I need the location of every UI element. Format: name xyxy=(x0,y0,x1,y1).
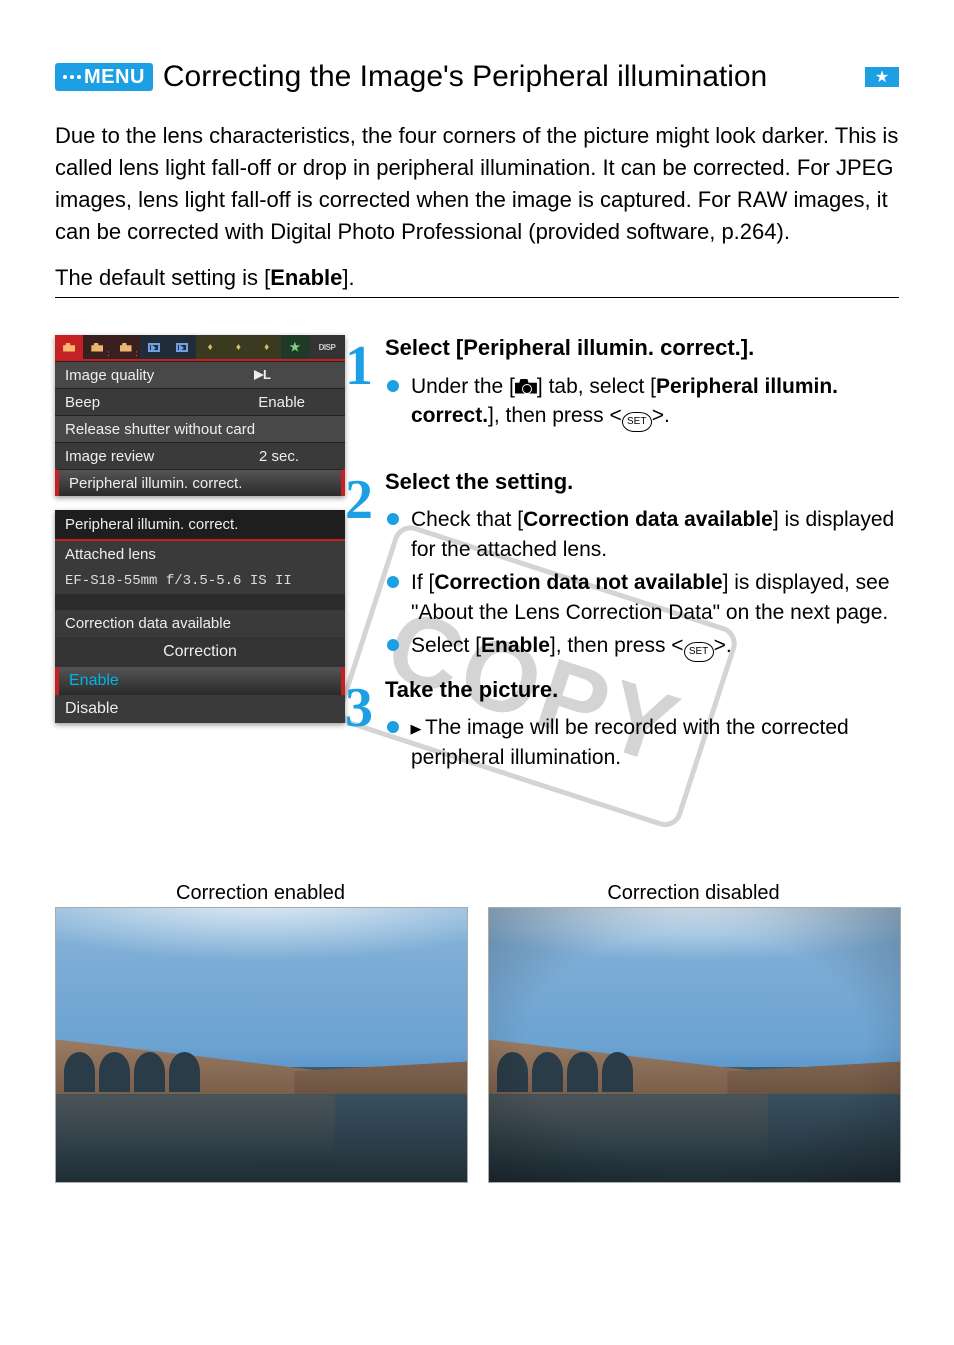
menu-label: Image review xyxy=(65,448,154,465)
correction-section-label: Correction xyxy=(55,637,345,667)
menu-row-release-shutter[interactable]: Release shutter without card xyxy=(55,415,345,442)
camera-icon xyxy=(91,343,103,352)
camera-icon xyxy=(63,343,75,352)
menu-row-beep[interactable]: Beep Enable xyxy=(55,388,345,415)
jpeg-L-icon xyxy=(254,367,271,382)
attached-lens-value: EF-S18-55mm f/3.5-5.6 IS II xyxy=(55,568,345,594)
camera-tab-disp[interactable]: DISP xyxy=(309,335,345,359)
step-2-bullet-3: Select [Enable], then press <SET>. xyxy=(385,631,899,662)
step-heading: Select [Peripheral illumin. correct.]. xyxy=(385,334,899,362)
photo-caption: Correction disabled xyxy=(488,882,899,905)
intro-block: Due to the lens characteristics, the fou… xyxy=(55,120,899,293)
step-2-bullet-2: If [Correction data not available] is di… xyxy=(385,568,899,627)
step-2: 2 Select the setting. Check that [Correc… xyxy=(345,468,899,662)
wrench-icon: ♦ xyxy=(236,342,241,353)
correction-option-enable[interactable]: Enable xyxy=(55,667,345,695)
step-number: 3 xyxy=(345,676,373,740)
camera-tab-setup3[interactable]: ♦ xyxy=(253,335,281,359)
step-heading: Select the setting. xyxy=(385,468,899,496)
menu-row-image-review[interactable]: Image review 2 sec. xyxy=(55,442,345,469)
camera-tab-shoot3[interactable]: : xyxy=(111,335,139,359)
set-button-icon: SET xyxy=(622,412,652,432)
wrench-icon: ♦ xyxy=(208,342,213,353)
page-header: MENU Correcting the Image's Peripheral i… xyxy=(55,60,899,94)
menu-value: Enable xyxy=(258,394,305,411)
intro-default-suffix: ]. xyxy=(342,265,354,290)
menu-label: Image quality xyxy=(65,367,154,384)
step-heading: Take the picture. xyxy=(385,676,899,704)
star-badge: ★ xyxy=(865,67,899,87)
page-title: Correcting the Image's Peripheral illumi… xyxy=(163,60,767,94)
menu-label: Release shutter without card xyxy=(65,421,255,438)
step-1: 1 Select [Peripheral illumin. correct.].… xyxy=(345,334,899,432)
step-3: 3 Take the picture. The image will be re… xyxy=(345,676,899,772)
camera-tab-shoot2[interactable]: : xyxy=(83,335,111,359)
intro-default-prefix: The default setting is [ xyxy=(55,265,270,290)
disp-icon: DISP xyxy=(319,343,336,352)
camera-menu-screenshot-2: Peripheral illumin. correct. Attached le… xyxy=(55,510,345,723)
camera-tab-play2[interactable] xyxy=(168,335,196,359)
menu-row-peripheral-illumin[interactable]: Peripheral illumin. correct. xyxy=(55,469,345,496)
star-icon: ★ xyxy=(289,340,300,354)
menu-pill-label: MENU xyxy=(84,66,145,89)
photo-correction-disabled: Correction disabled xyxy=(488,882,899,1183)
menu-label: Peripheral illumin. correct. xyxy=(69,475,242,492)
camera-menu-tab-strip: : : ♦ ♦ ♦ ★ DISP xyxy=(55,335,345,361)
camera-tab-play1[interactable] xyxy=(140,335,168,359)
separator-line xyxy=(55,297,899,298)
playback-icon xyxy=(148,343,160,352)
step-number: 1 xyxy=(345,334,373,398)
menu-value: 2 sec. xyxy=(259,448,299,465)
step-1-bullet-1: Under the [] tab, select [Peripheral ill… xyxy=(385,372,899,432)
photo-caption: Correction enabled xyxy=(55,882,466,905)
menu-row-image-quality[interactable]: Image quality xyxy=(55,361,345,388)
step-3-bullet-1: The image will be recorded with the corr… xyxy=(385,713,899,772)
intro-text: Due to the lens characteristics, the fou… xyxy=(55,123,898,244)
camera-tab-setup1[interactable]: ♦ xyxy=(196,335,224,359)
set-button-icon: SET xyxy=(684,642,714,662)
menu-label: Beep xyxy=(65,394,100,411)
camera-tab-setup2[interactable]: ♦ xyxy=(224,335,252,359)
instruction-steps: 1 Select [Peripheral illumin. correct.].… xyxy=(345,320,899,786)
example-photo-row: Correction enabled Correction disabled xyxy=(55,882,899,1183)
intro-default-value: Enable xyxy=(270,265,342,290)
step-2-bullet-1: Check that [Correction data available] i… xyxy=(385,505,899,564)
menu-pill-icon: MENU xyxy=(55,63,153,91)
step-number: 2 xyxy=(345,468,373,532)
camera-tab-shoot1[interactable] xyxy=(55,335,83,359)
playback-icon xyxy=(176,343,188,352)
attached-lens-label: Attached lens xyxy=(55,541,345,568)
wrench-icon: ♦ xyxy=(264,342,269,353)
submenu-title: Peripheral illumin. correct. xyxy=(55,510,345,541)
photo-correction-enabled: Correction enabled xyxy=(55,882,466,1183)
sample-photo-disabled xyxy=(488,907,901,1183)
camera-menu-screenshot-1: : : ♦ ♦ ♦ ★ DISP Image quality Beep Enab… xyxy=(55,335,345,496)
camera-tab-mymenu[interactable]: ★ xyxy=(281,335,309,359)
camera-icon xyxy=(515,379,537,394)
arrow-icon xyxy=(411,716,425,739)
correction-data-status: Correction data available xyxy=(55,610,345,637)
correction-option-disable[interactable]: Disable xyxy=(55,695,345,723)
sample-photo-enabled xyxy=(55,907,468,1183)
camera-icon xyxy=(120,343,132,352)
